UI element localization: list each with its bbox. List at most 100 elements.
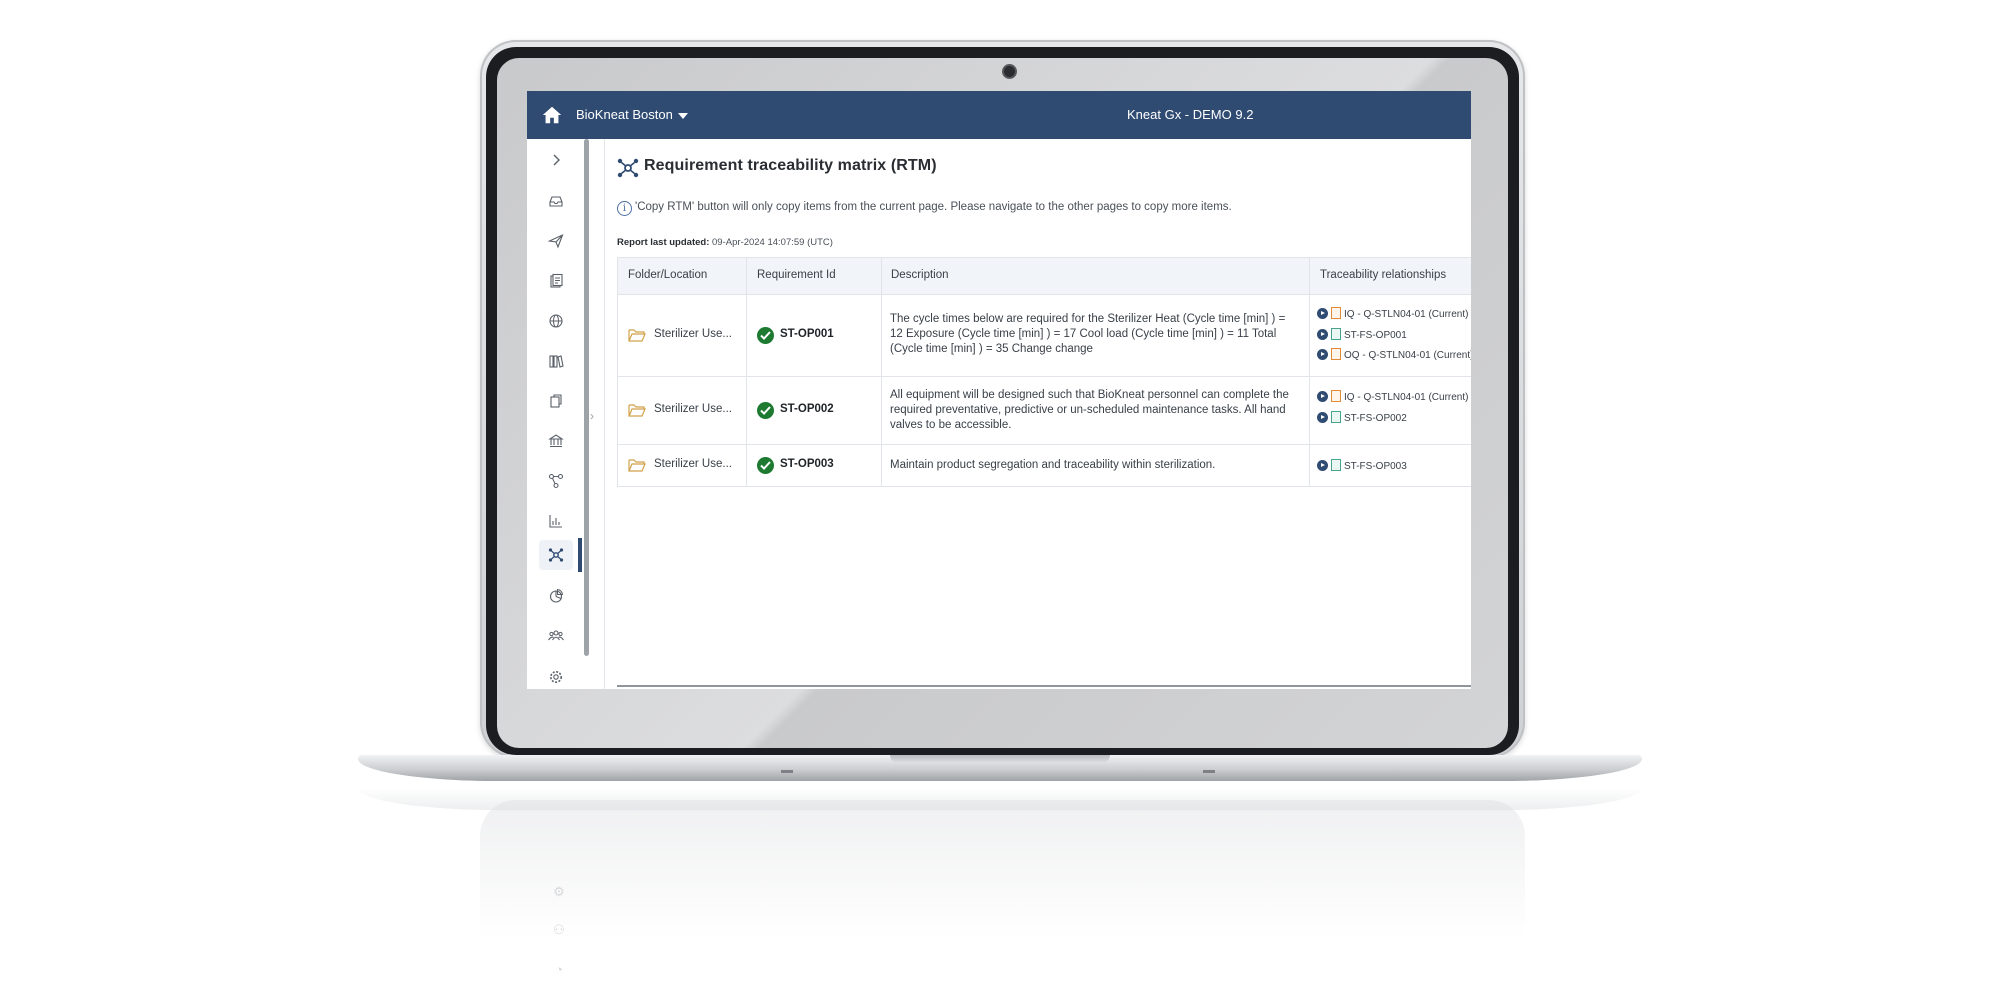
sidebar-item-workflows[interactable] [539,466,573,496]
sidebar-item-library[interactable] [539,346,573,376]
laptop-foot [781,770,793,773]
requirement-description: All equipment will be designed such that… [890,389,1289,431]
workflow-icon [548,473,564,489]
trace-label: ST-FS-OP001 [1344,330,1407,341]
requirement-id[interactable]: ST-OP003 [780,458,834,470]
info-icon: i [617,201,632,216]
requirement-id[interactable]: ST-OP001 [780,328,834,340]
folder-icon [628,404,646,417]
column-header-requirement-id[interactable]: Requirement Id [757,269,836,281]
sidebar-item-settings[interactable] [539,662,573,689]
globe-icon [549,314,563,328]
trace-link[interactable]: IQ - Q-STLN04-01 (Current) [1317,390,1468,404]
report-updated-label: Report last updated: [617,237,710,248]
arrow-right-icon [1317,412,1328,423]
trace-link[interactable]: ST-FS-OP003 [1317,459,1407,473]
library-icon [549,355,564,368]
sidebar-item-reports[interactable] [539,506,573,536]
settings-icon [550,671,562,683]
arrow-right-icon [1317,308,1328,319]
info-message: 'Copy RTM' button will only copy items f… [635,201,1232,213]
specification-icon [1331,328,1341,340]
folder-location[interactable]: Sterilizer Use... [654,328,732,340]
column-divider [1309,257,1310,487]
laptop-base-reflection [358,788,1642,810]
laptop-hinge-notch [890,755,1110,763]
arrow-right-icon [1317,460,1328,471]
document-icon [1331,348,1341,360]
column-divider [746,257,747,487]
app-screen: BioKneat Boston Kneat Gx - DEMO 9.2 › Re… [527,91,1471,689]
arrow-right-icon [1317,329,1328,340]
sidebar-item-templates[interactable] [539,386,573,416]
check-icon [757,402,774,419]
sidebar-item-documents[interactable] [539,266,573,296]
trace-link[interactable]: ST-FS-OP002 [1317,411,1407,425]
app-title: Kneat Gx - DEMO 9.2 [1127,107,1254,122]
column-header-folder[interactable]: Folder/Location [628,269,707,281]
column-divider [881,257,882,487]
folder-location[interactable]: Sterilizer Use... [654,458,732,470]
arrow-right-icon [1317,391,1328,402]
column-header-traceability[interactable]: Traceability relationships [1320,269,1446,281]
users-icon: ⚇ [553,922,565,937]
sidebar-item-global[interactable] [539,306,573,336]
trace-label: IQ - Q-STLN04-01 (Current) [1344,392,1469,403]
requirement-description: The cycle times below are required for t… [890,313,1286,355]
check-icon [757,327,774,344]
trace-label: OQ - Q-STLN04-01 (Current) [1344,350,1471,361]
active-indicator [578,538,582,572]
column-header-description[interactable]: Description [891,269,949,281]
sidebar-item-dashboards[interactable] [539,581,573,611]
folder-icon [628,329,646,342]
report-updated: Report last updated: 09-Apr-2024 14:07:5… [617,237,833,248]
caret-down-icon[interactable] [678,113,688,119]
arrow-right-icon [1317,349,1328,360]
settings-icon: ⚙ [553,884,565,899]
folder-icon [628,459,646,472]
bank-icon [548,434,564,448]
pie-chart-icon: ◔ [555,962,563,977]
clipboard-icon [550,273,563,288]
horizontal-scrollbar[interactable] [617,685,1471,687]
column-divider [617,257,618,487]
requirement-id[interactable]: ST-OP002 [780,403,834,415]
trace-label: IQ - Q-STLN04-01 (Current) [1344,309,1469,320]
sidebar-item-sites[interactable] [539,426,573,456]
organization-selector[interactable]: BioKneat Boston [576,107,673,122]
sidebar-item-users[interactable] [539,621,573,651]
document-icon [1331,390,1341,402]
sidebar-item-send[interactable] [539,226,573,256]
copy-icon [550,394,562,408]
trace-label: ST-FS-OP003 [1344,461,1407,472]
chevron-right-icon[interactable]: › [590,409,594,423]
document-icon [1331,307,1341,319]
trace-link[interactable]: OQ - Q-STLN04-01 (Current) [1317,348,1471,362]
main-content: Requirement traceability matrix (RTM) i … [617,139,1471,689]
check-icon [757,457,774,474]
home-icon[interactable] [541,104,563,126]
report-updated-value: 09-Apr-2024 14:07:59 (UTC) [712,237,833,248]
trace-link[interactable]: IQ - Q-STLN04-01 (Current) [1317,307,1468,321]
top-navigation-bar: BioKneat Boston Kneat Gx - DEMO 9.2 [527,91,1471,139]
sidebar-item-rtm[interactable] [539,540,573,570]
trace-label: ST-FS-OP002 [1344,413,1407,424]
sidebar-expand-button[interactable] [539,145,573,175]
requirement-description: Maintain product segregation and traceab… [890,459,1216,471]
send-icon [548,233,564,249]
laptop-reflection [480,800,1525,1000]
sidebar-scrollbar[interactable] [584,139,589,656]
folder-location[interactable]: Sterilizer Use... [654,403,732,415]
page-title: Requirement traceability matrix (RTM) [644,157,937,174]
inbox-icon [549,196,563,207]
camera-icon [1004,66,1015,77]
chevron-right-icon [553,154,560,166]
specification-icon [1331,411,1341,423]
sidebar-item-inbox[interactable] [539,186,573,216]
bar-chart-icon [549,515,562,528]
rtm-icon [548,548,564,562]
trace-link[interactable]: ST-FS-OP001 [1317,328,1407,342]
laptop-foot [1203,770,1215,773]
users-icon [548,630,564,641]
specification-icon [1331,459,1341,471]
